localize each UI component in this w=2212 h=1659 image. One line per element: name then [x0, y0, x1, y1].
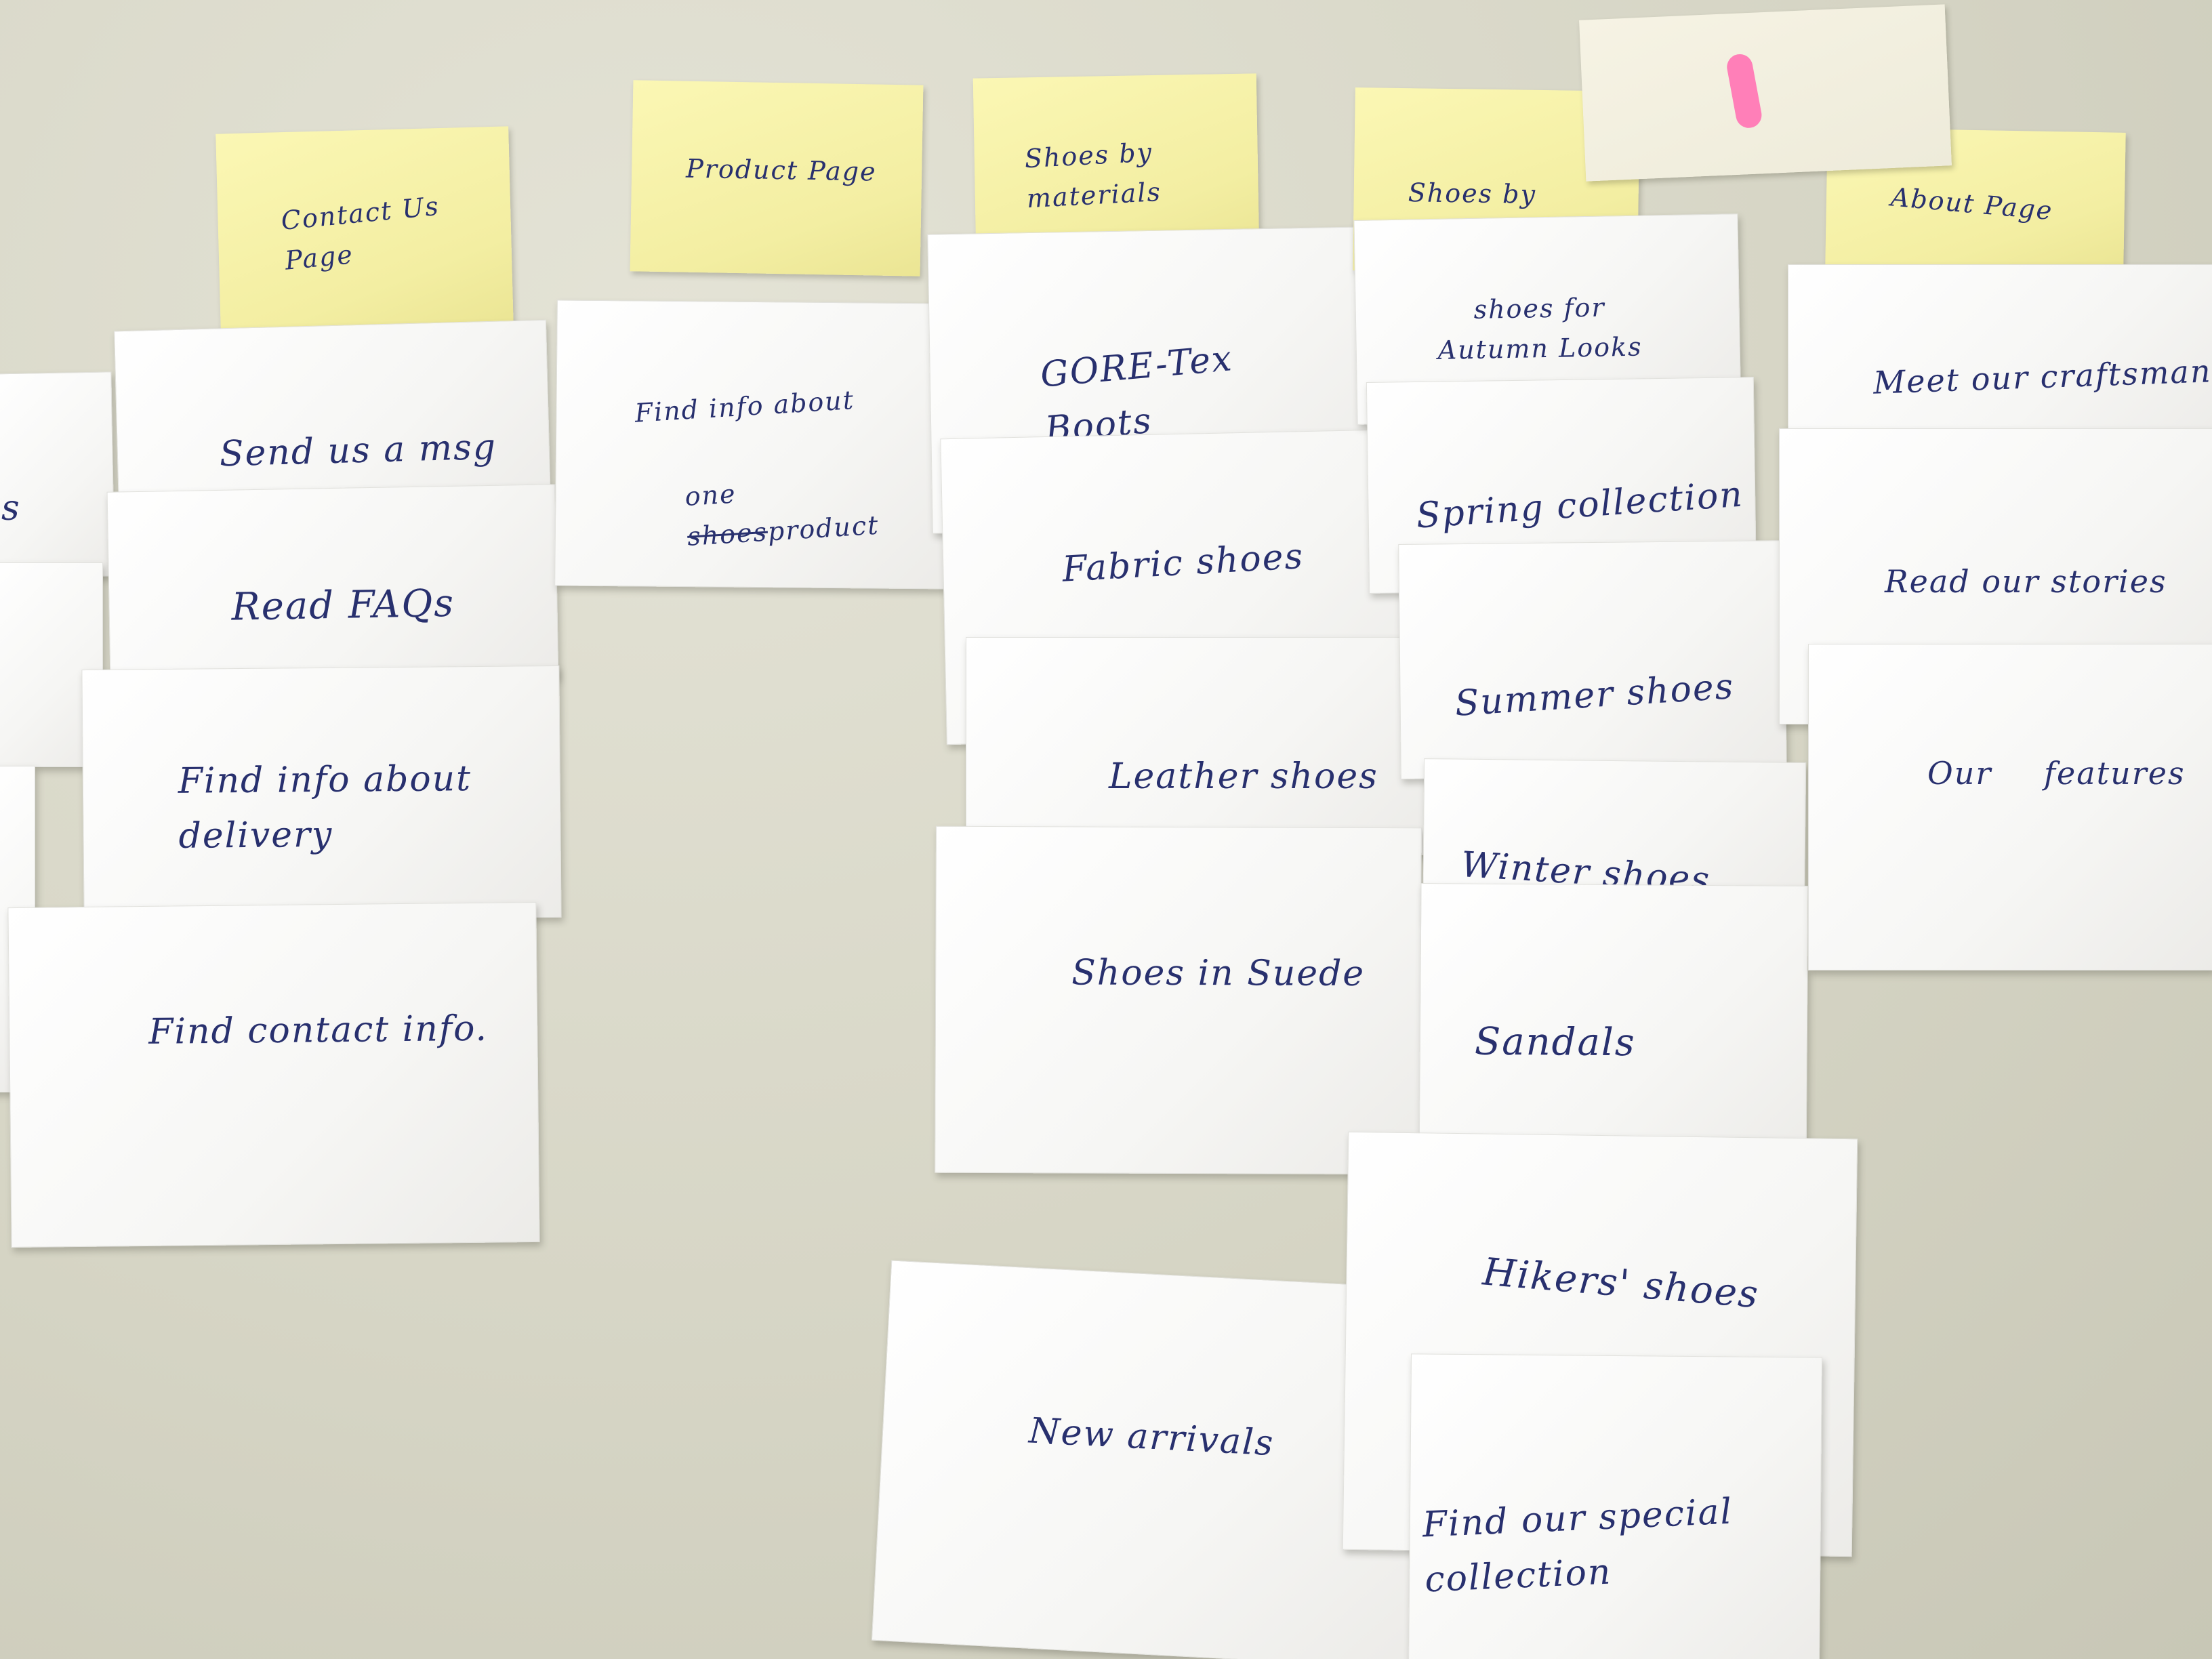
card-suede-shoes: Shoes in Suede: [935, 825, 1422, 1175]
card-product-info-line1: Find info about: [634, 385, 856, 428]
edge-card-fragment: s: [1, 488, 21, 529]
card-delivery-info-text: Find info about delivery: [178, 758, 472, 857]
card-product-info: Find info about one shoesproduct: [554, 300, 953, 590]
card-new-arrivals-text: New arrivals: [1027, 1410, 1275, 1465]
card-sandals: Sandals: [1418, 883, 1809, 1175]
card-autumn-looks-text: shoes for Autumn Looks: [1437, 292, 1643, 365]
edge-card-1: [0, 371, 115, 579]
card-special-collection-text: Find our special collection: [1421, 1491, 1734, 1601]
card-spring-collection-text: Spring collection: [1414, 474, 1745, 537]
card-meet-craftsman-text: Meet our craftsman: [1872, 352, 2212, 401]
card-our-features: Our features: [1808, 644, 2212, 970]
pink-highlighter-mark: [1725, 52, 1764, 130]
header-contact-us-label: Contact Us Page: [279, 190, 441, 276]
card-our-features-text: Our features: [1927, 755, 2186, 792]
pale-sticky-note: [1579, 4, 1952, 182]
card-product-info-struck: shoes: [686, 516, 769, 552]
card-leather-shoes-text: Leather shoes: [1109, 756, 1378, 797]
card-special-collection: Find our special collection: [1408, 1353, 1823, 1659]
card-hikers-shoes-text: Hikers' shoes: [1481, 1250, 1761, 1317]
header-product: Product Page: [630, 80, 924, 276]
card-leather-shoes: Leather shoes: [966, 637, 1428, 855]
card-contact-info: Find contact info.: [7, 901, 540, 1248]
card-product-info-line2: one shoesproduct: [681, 426, 880, 557]
card-contact-info-text: Find contact info.: [148, 1008, 489, 1052]
header-about-label: About Page: [1889, 182, 2055, 226]
card-product-info-one: one: [684, 478, 737, 512]
card-suede-shoes-text: Shoes in Suede: [1071, 952, 1366, 994]
header-product-label: Product Page: [685, 153, 877, 187]
card-sandals-text: Sandals: [1474, 1019, 1636, 1065]
card-summer-shoes: Summer shoes: [1398, 540, 1787, 779]
card-delivery-info: Find info about delivery: [81, 665, 562, 922]
card-read-faqs: Read FAQs: [106, 484, 559, 687]
header-contact-us: Contact Us Page: [216, 126, 514, 334]
card-summer-shoes-text: Summer shoes: [1454, 666, 1736, 724]
card-read-faqs-text: Read FAQs: [230, 581, 455, 630]
card-read-stories-text: Read our stories: [1885, 563, 2167, 600]
header-materials-label: Shoes by materials: [1023, 137, 1162, 214]
card-product-info-product: product: [766, 510, 880, 547]
card-fabric-shoes-text: Fabric shoes: [1061, 535, 1305, 590]
card-sort-board: s Contact Us Page Send us a msg Read FAQ…: [0, 0, 2212, 1659]
card-send-msg-text: Send us a msg: [219, 426, 497, 475]
